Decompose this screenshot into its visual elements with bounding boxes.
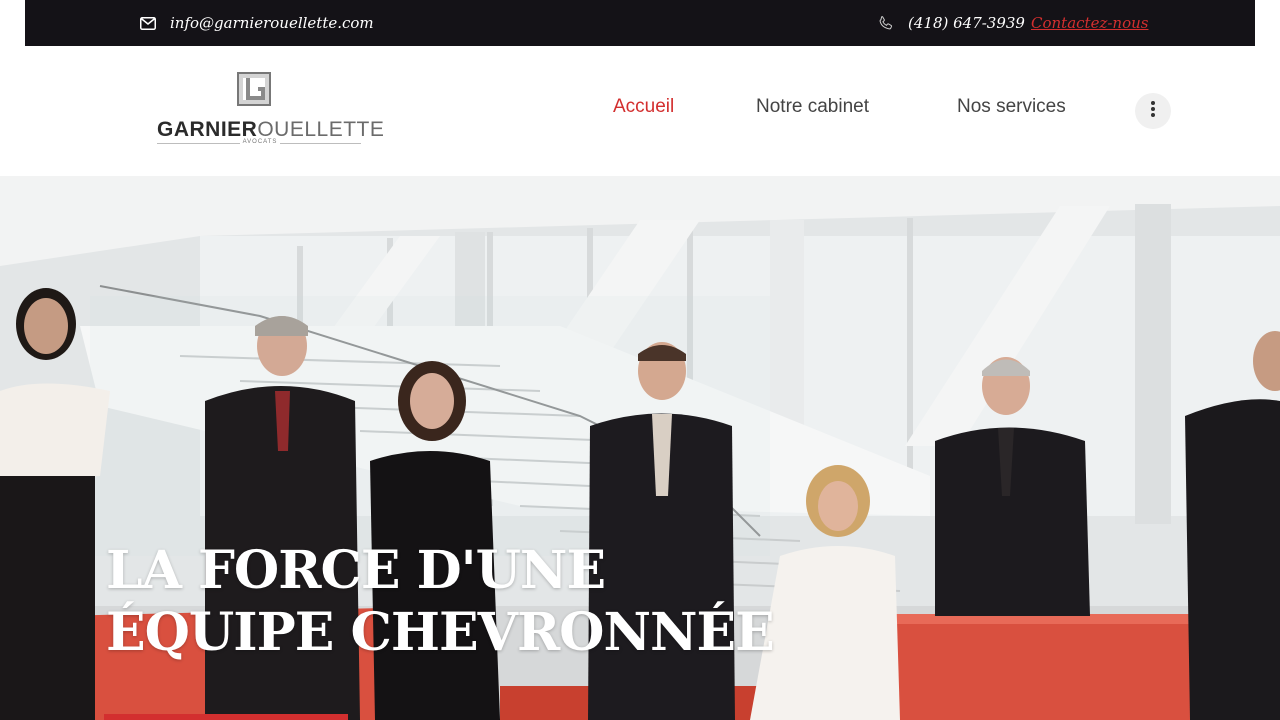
top-contact-bar: info@garnierouellette.com (418) 647-3939… <box>25 0 1255 46</box>
email-address[interactable]: info@garnierouellette.com <box>170 14 374 32</box>
nav-item-notre-cabinet[interactable]: Notre cabinet <box>756 96 869 118</box>
contact-link-wrap: Contactez-nous <box>1031 0 1148 46</box>
nav-item-accueil[interactable]: Accueil <box>613 96 674 118</box>
phone-contact[interactable]: (418) 647-3939 <box>877 0 1025 46</box>
hero-banner: LA FORCE D'UNE ÉQUIPE CHEVRONNÉE <box>0 176 1280 720</box>
site-header: GARNIEROUELLETTE AVOCATS Accueil Notre c… <box>0 46 1280 176</box>
logo-name-light: OUELLETTE <box>257 118 385 141</box>
hero-title-line2: ÉQUIPE CHEVRONNÉE <box>106 602 775 663</box>
site-logo[interactable]: GARNIEROUELLETTE AVOCATS <box>157 72 384 150</box>
phone-number[interactable]: (418) 647-3939 <box>908 14 1025 32</box>
logo-tagline-wrap: AVOCATS <box>157 139 363 145</box>
logo-tagline: AVOCATS <box>239 139 281 145</box>
hero-cta-button[interactable] <box>104 714 348 720</box>
vertical-dots-icon <box>1150 100 1156 123</box>
phone-icon <box>877 15 894 32</box>
contact-link[interactable]: Contactez-nous <box>1031 14 1148 32</box>
hero-title-line1: LA FORCE D'UNE <box>106 540 606 601</box>
nav-item-nos-services[interactable]: Nos services <box>957 96 1066 118</box>
more-menu-button[interactable] <box>1135 93 1171 129</box>
email-contact[interactable]: info@garnierouellette.com <box>140 0 374 46</box>
logo-mark-icon <box>237 72 273 111</box>
envelope-icon <box>140 16 156 30</box>
logo-name-bold: GARNIER <box>157 118 258 141</box>
hero-title: LA FORCE D'UNE ÉQUIPE CHEVRONNÉE <box>106 540 775 664</box>
